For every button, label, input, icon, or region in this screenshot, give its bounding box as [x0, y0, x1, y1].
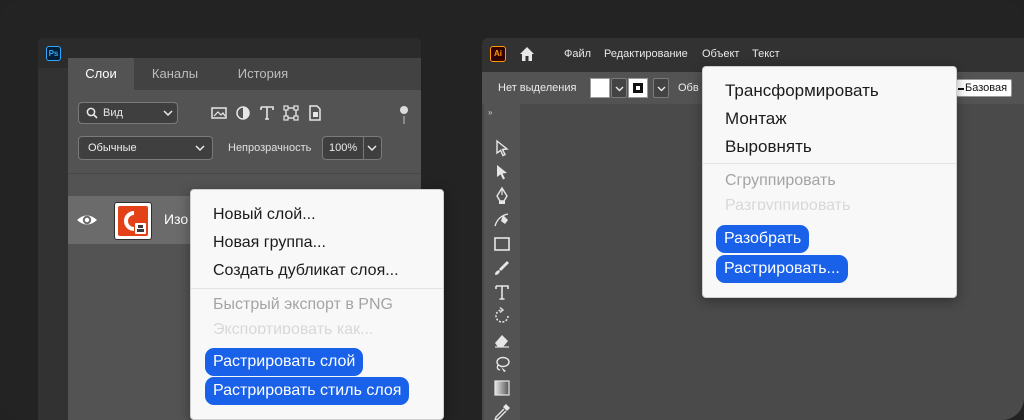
- panel-divider: [68, 173, 421, 174]
- menu-item-rasterize-layer[interactable]: Растрировать слой: [205, 348, 364, 376]
- rotate-tool-icon[interactable]: [492, 306, 512, 326]
- tab-channels[interactable]: Каналы: [134, 58, 216, 90]
- screenshot-frame: Ps Слои Каналы История Вид Обычные Непро…: [0, 0, 1024, 420]
- tools-panel: »: [484, 104, 520, 420]
- home-icon[interactable]: [518, 45, 536, 63]
- menu-object[interactable]: Объект: [702, 48, 739, 60]
- chevron-down-icon: [367, 145, 377, 152]
- eraser-tool-icon[interactable]: [492, 330, 512, 350]
- menu-item-new-group[interactable]: Новая группа...: [213, 234, 326, 252]
- opacity-label: Непрозрачность: [228, 142, 312, 154]
- search-icon: [86, 107, 98, 119]
- object-context-menu: Трансформировать Монтаж Выровнять Сгрупп…: [702, 66, 957, 298]
- shape-filter-icon[interactable]: [282, 104, 300, 122]
- thumbnail-logo-icon: [124, 211, 146, 234]
- layer-filter-select[interactable]: Вид: [78, 102, 178, 124]
- menu-item-rasterize-layer-style[interactable]: Растрировать стиль слоя: [205, 377, 410, 405]
- menu-file[interactable]: Файл: [564, 48, 591, 60]
- layer-thumbnail: [114, 202, 152, 240]
- eyedropper-tool-icon[interactable]: [492, 402, 512, 420]
- menu-separator: [191, 288, 443, 289]
- menu-edit[interactable]: Редактирование: [604, 48, 688, 60]
- menu-item-quick-export: Быстрый экспорт в PNG: [213, 296, 393, 313]
- gradient-tool-icon[interactable]: [492, 378, 512, 398]
- type-filter-icon[interactable]: [258, 104, 276, 122]
- tab-layers[interactable]: Слои: [68, 58, 134, 90]
- chevron-down-icon: [195, 145, 205, 152]
- profile-value: Базовая: [965, 82, 1008, 94]
- photoshop-logo-icon: Ps: [46, 46, 61, 61]
- panel-tabs: Слои Каналы История: [68, 58, 421, 90]
- rectangle-tool-icon[interactable]: [492, 234, 512, 254]
- filter-toggle-icon[interactable]: [400, 106, 408, 114]
- layer-filter-icons: [210, 104, 324, 124]
- menu-type[interactable]: Текст: [752, 48, 780, 60]
- selection-tool-icon[interactable]: [492, 138, 512, 158]
- image-filter-icon[interactable]: [210, 104, 228, 122]
- smart-object-filter-icon[interactable]: [306, 104, 324, 122]
- direct-selection-tool-icon[interactable]: [492, 162, 512, 182]
- filter-label: Вид: [103, 107, 123, 119]
- blend-mode-select[interactable]: Обычные: [78, 136, 213, 160]
- chevron-down-icon: [163, 110, 173, 117]
- stroke-dropdown[interactable]: [653, 78, 669, 98]
- illustrator-logo-icon: Ai: [490, 46, 506, 62]
- menu-item-align[interactable]: Выровнять: [725, 137, 812, 157]
- blend-mode-value: Обычные: [88, 142, 137, 154]
- layer-name: Изо: [164, 211, 189, 227]
- selection-status: Нет выделения: [498, 82, 577, 94]
- chevron-down-icon: [615, 86, 624, 92]
- type-tool-icon[interactable]: [492, 282, 512, 302]
- menu-item-arrange[interactable]: Монтаж: [725, 109, 787, 129]
- profile-line-icon: [958, 88, 964, 90]
- curvature-tool-icon[interactable]: [492, 210, 512, 230]
- menu-item-rasterize[interactable]: Растрировать...: [716, 255, 848, 283]
- tab-history[interactable]: История: [218, 58, 308, 90]
- layer-context-menu: Новый слой... Новая группа... Создать ду…: [190, 189, 444, 420]
- pen-tool-icon[interactable]: [492, 186, 512, 206]
- menu-item-duplicate-layer[interactable]: Создать дубликат слоя...: [213, 262, 399, 280]
- filter-toggle-track: [403, 116, 405, 124]
- collapse-panel-icon[interactable]: »: [488, 108, 493, 117]
- fill-swatch[interactable]: [590, 78, 610, 98]
- layer-thumbnail-image: [118, 206, 148, 236]
- visibility-eye-icon[interactable]: [76, 210, 98, 230]
- stroke-label: Обв: [678, 82, 699, 94]
- fill-dropdown[interactable]: [611, 78, 627, 98]
- stroke-swatch[interactable]: [628, 78, 648, 98]
- menu-item-ungroup: Разгруппировать: [725, 197, 851, 210]
- menu-item-transform[interactable]: Трансформировать: [725, 81, 879, 101]
- lasso-tool-icon[interactable]: [492, 354, 512, 374]
- menu-item-new-layer[interactable]: Новый слой...: [213, 206, 316, 224]
- menu-item-group: Сгруппировать: [725, 172, 836, 189]
- opacity-dropdown-button[interactable]: [364, 136, 382, 160]
- profile-select[interactable]: Базовая: [956, 79, 1012, 97]
- opacity-input[interactable]: 100%: [322, 136, 364, 160]
- chevron-down-icon: [657, 86, 666, 92]
- menu-item-expand[interactable]: Разобрать: [716, 225, 810, 253]
- menu-item-export-as: Экспортировать как...: [213, 321, 374, 334]
- stroke-swatch-inner: [633, 83, 643, 93]
- opacity-value: 100%: [329, 142, 358, 154]
- paintbrush-tool-icon[interactable]: [492, 258, 512, 278]
- menu-separator: [703, 163, 956, 164]
- adjustment-filter-icon[interactable]: [234, 104, 252, 122]
